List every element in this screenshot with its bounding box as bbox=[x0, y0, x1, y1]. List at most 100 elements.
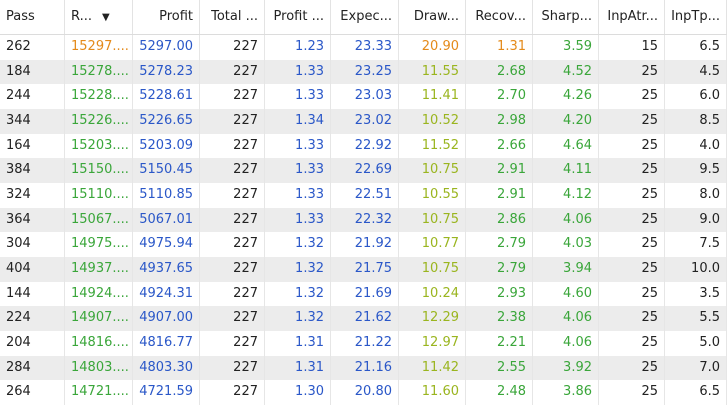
profit-factor-cell: 1.34 bbox=[265, 108, 331, 134]
column-header-expected-payoff[interactable]: Expec... bbox=[331, 0, 399, 34]
table-row[interactable]: 404 14937.... 4937.65 227 1.32 21.75 10.75 2.79… bbox=[0, 256, 727, 282]
expected-payoff-cell: 21.75 bbox=[331, 256, 399, 282]
expected-payoff-cell: 21.92 bbox=[331, 232, 399, 257]
table-row[interactable]: 264 14721.... 4721.59 227 1.30 20.80 11.60 2.48… bbox=[0, 380, 727, 405]
sharpe-cell: 4.11 bbox=[533, 158, 599, 183]
table-row[interactable]: 184 15278.... 5278.23 227 1.33 23.25 11.55 2.68… bbox=[0, 59, 727, 85]
recovery-cell: 2.70 bbox=[466, 84, 533, 109]
profit-factor-cell: 1.33 bbox=[265, 182, 331, 208]
expected-payoff-cell: 23.33 bbox=[331, 35, 399, 60]
column-header-total-trades[interactable]: Total ... bbox=[200, 0, 265, 34]
inp-tp-cell: 9.0 bbox=[665, 207, 727, 233]
result-cell: 15226.... bbox=[65, 108, 133, 134]
column-header-profit[interactable]: Profit bbox=[133, 0, 200, 34]
recovery-cell: 2.55 bbox=[466, 355, 533, 381]
drawdown-cell: 12.29 bbox=[399, 306, 466, 331]
pass-cell: 164 bbox=[0, 133, 65, 159]
pass-cell: 244 bbox=[0, 84, 65, 109]
sharpe-cell: 3.92 bbox=[533, 355, 599, 381]
recovery-cell: 2.79 bbox=[466, 256, 533, 282]
sharpe-cell: 4.06 bbox=[533, 306, 599, 331]
result-cell: 15228.... bbox=[65, 84, 133, 109]
table-body: 262 15297.... 5297.00 227 1.23 23.33 20.90 1.31… bbox=[0, 35, 727, 405]
inp-atr-cell: 25 bbox=[599, 232, 665, 257]
table-row[interactable]: 204 14816.... 4816.77 227 1.31 21.22 12.97 2.21… bbox=[0, 330, 727, 356]
drawdown-cell: 11.42 bbox=[399, 355, 466, 381]
total-trades-cell: 227 bbox=[200, 182, 265, 208]
inp-atr-cell: 25 bbox=[599, 133, 665, 159]
inp-atr-cell: 25 bbox=[599, 84, 665, 109]
total-trades-cell: 227 bbox=[200, 35, 265, 60]
inp-tp-cell: 4.0 bbox=[665, 133, 727, 159]
pass-cell: 184 bbox=[0, 59, 65, 85]
profit-cell: 5110.85 bbox=[133, 182, 200, 208]
total-trades-cell: 227 bbox=[200, 158, 265, 183]
table-row[interactable]: 164 15203.... 5203.09 227 1.33 22.92 11.52 2.66… bbox=[0, 133, 727, 159]
table-row[interactable]: 224 14907.... 4907.00 227 1.32 21.62 12.29 2.38… bbox=[0, 306, 727, 331]
recovery-cell: 2.38 bbox=[466, 306, 533, 331]
table-row[interactable]: 284 14803.... 4803.30 227 1.31 21.16 11.42 2.55… bbox=[0, 355, 727, 381]
profit-cell: 5067.01 bbox=[133, 207, 200, 233]
recovery-cell: 2.21 bbox=[466, 330, 533, 356]
pass-cell: 364 bbox=[0, 207, 65, 233]
sharpe-cell: 4.26 bbox=[533, 84, 599, 109]
pass-cell: 384 bbox=[0, 158, 65, 183]
pass-cell: 304 bbox=[0, 232, 65, 257]
recovery-cell: 2.91 bbox=[466, 158, 533, 183]
table-row[interactable]: 324 15110.... 5110.85 227 1.33 22.51 10.55 2.91… bbox=[0, 182, 727, 208]
table-row[interactable]: 304 14975.... 4975.94 227 1.32 21.92 10.77 2.79… bbox=[0, 232, 727, 257]
inp-atr-cell: 25 bbox=[599, 355, 665, 381]
total-trades-cell: 227 bbox=[200, 133, 265, 159]
column-header-result[interactable]: R... ▼ bbox=[65, 0, 133, 34]
pass-cell: 224 bbox=[0, 306, 65, 331]
recovery-cell: 2.48 bbox=[466, 380, 533, 405]
drawdown-cell: 11.52 bbox=[399, 133, 466, 159]
drawdown-cell: 20.90 bbox=[399, 35, 466, 60]
column-header-drawdown[interactable]: Draw... bbox=[399, 0, 466, 34]
profit-cell: 5228.61 bbox=[133, 84, 200, 109]
column-header-label: Expec... bbox=[340, 9, 392, 24]
inp-tp-cell: 6.5 bbox=[665, 35, 727, 60]
profit-factor-cell: 1.33 bbox=[265, 207, 331, 233]
table-row[interactable]: 262 15297.... 5297.00 227 1.23 23.33 20.90 1.31… bbox=[0, 35, 727, 60]
result-cell: 15110.... bbox=[65, 182, 133, 208]
sharpe-cell: 4.06 bbox=[533, 207, 599, 233]
table-row[interactable]: 384 15150.... 5150.45 227 1.33 22.69 10.75 2.91… bbox=[0, 158, 727, 183]
result-cell: 14924.... bbox=[65, 281, 133, 307]
expected-payoff-cell: 22.51 bbox=[331, 182, 399, 208]
sharpe-cell: 4.20 bbox=[533, 108, 599, 134]
inp-tp-cell: 10.0 bbox=[665, 256, 727, 282]
table-row[interactable]: 144 14924.... 4924.31 227 1.32 21.69 10.24 2.93… bbox=[0, 281, 727, 307]
inp-atr-cell: 25 bbox=[599, 182, 665, 208]
inp-atr-cell: 15 bbox=[599, 35, 665, 60]
recovery-cell: 2.79 bbox=[466, 232, 533, 257]
table-row[interactable]: 244 15228.... 5228.61 227 1.33 23.03 11.41 2.70… bbox=[0, 84, 727, 109]
total-trades-cell: 227 bbox=[200, 355, 265, 381]
inp-tp-cell: 7.0 bbox=[665, 355, 727, 381]
drawdown-cell: 10.52 bbox=[399, 108, 466, 134]
column-header-recovery[interactable]: Recov... bbox=[466, 0, 533, 34]
inp-tp-cell: 5.5 bbox=[665, 306, 727, 331]
result-cell: 15203.... bbox=[65, 133, 133, 159]
table-row[interactable]: 344 15226.... 5226.65 227 1.34 23.02 10.52 2.98… bbox=[0, 108, 727, 134]
column-header-profit-factor[interactable]: Profit ... bbox=[265, 0, 331, 34]
profit-factor-cell: 1.32 bbox=[265, 256, 331, 282]
inp-tp-cell: 8.5 bbox=[665, 108, 727, 134]
profit-cell: 4937.65 bbox=[133, 256, 200, 282]
column-header-pass[interactable]: Pass bbox=[0, 0, 65, 34]
sort-desc-icon[interactable]: ▼ bbox=[102, 12, 110, 23]
table-row[interactable]: 364 15067.... 5067.01 227 1.33 22.32 10.75 2.86… bbox=[0, 207, 727, 233]
profit-cell: 4803.30 bbox=[133, 355, 200, 381]
column-header-sharpe[interactable]: Sharp... bbox=[533, 0, 599, 34]
column-header-label: Draw... bbox=[413, 9, 459, 24]
column-header-inp-tp[interactable]: InpTp... bbox=[665, 0, 727, 34]
column-header-inp-atr[interactable]: InpAtr... bbox=[599, 0, 665, 34]
profit-cell: 5278.23 bbox=[133, 59, 200, 85]
profit-cell: 4816.77 bbox=[133, 330, 200, 356]
inp-tp-cell: 4.5 bbox=[665, 59, 727, 85]
column-header-label: Recov... bbox=[475, 9, 526, 24]
inp-tp-cell: 6.0 bbox=[665, 84, 727, 109]
pass-cell: 204 bbox=[0, 330, 65, 356]
column-header-label: Profit ... bbox=[273, 9, 324, 24]
drawdown-cell: 10.77 bbox=[399, 232, 466, 257]
